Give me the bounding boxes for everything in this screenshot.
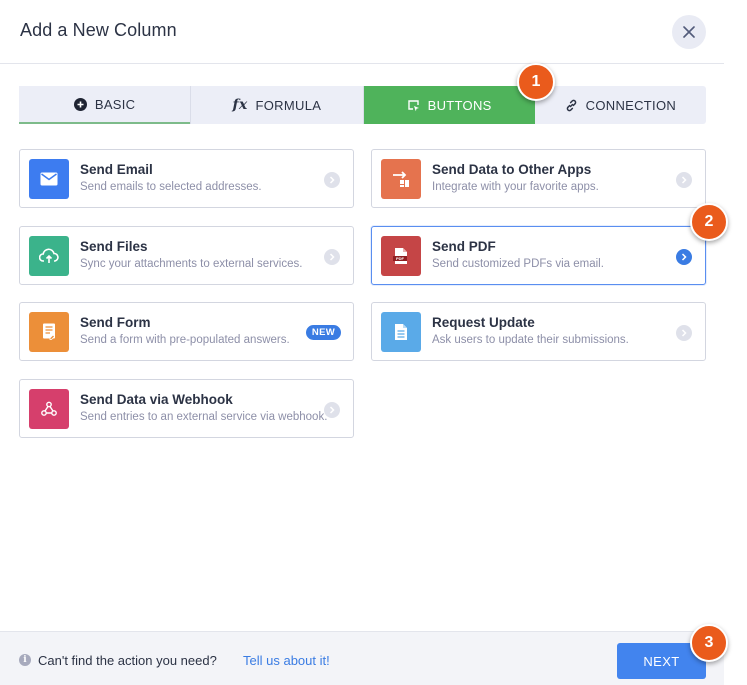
close-button[interactable]	[672, 15, 706, 49]
pdf-icon: PDF	[381, 236, 421, 276]
svg-text:PDF: PDF	[396, 256, 405, 261]
dialog-header: Add a New Column	[0, 0, 724, 64]
new-badge: NEW	[305, 325, 341, 340]
chevron-right-icon	[324, 249, 340, 265]
card-description: Ask users to update their submissions.	[432, 334, 629, 346]
card-description: Send a form with pre-populated answers.	[80, 334, 290, 346]
plus-circle-icon	[73, 97, 87, 111]
tab-basic-label: BASIC	[94, 96, 136, 112]
envelope-icon	[29, 159, 69, 199]
dialog-footer: i Can't find the action you need? Tell u…	[0, 631, 724, 685]
card-send-data-via-webhook[interactable]: Send Data via Webhook Send entries to an…	[19, 379, 354, 438]
card-send-data-to-other-apps[interactable]: Send Data to Other Apps Integrate with y…	[371, 149, 706, 208]
close-icon	[683, 26, 695, 38]
card-description: Send emails to selected addresses.	[80, 181, 262, 193]
chevron-right-icon	[676, 172, 692, 188]
card-description: Send customized PDFs via email.	[432, 258, 604, 270]
card-send-pdf[interactable]: PDF Send PDF Send customized PDFs via em…	[371, 226, 706, 285]
chevron-right-icon	[676, 249, 692, 265]
cursor-box-icon	[407, 99, 420, 112]
tab-basic[interactable]: BASIC	[19, 86, 191, 124]
chevron-right-icon	[324, 172, 340, 188]
step-badge-2: 2	[690, 203, 728, 241]
step-badge-1: 1	[517, 63, 555, 101]
help-text: Can't find the action you need?	[38, 653, 217, 668]
card-description: Integrate with your favorite apps.	[432, 181, 599, 193]
backdrop-edge	[724, 0, 747, 685]
cloud-upload-icon	[29, 236, 69, 276]
card-description: Send entries to an external service via …	[80, 411, 328, 423]
card-title: Send Data via Webhook	[80, 392, 233, 407]
chevron-right-icon	[676, 325, 692, 341]
webhook-icon	[29, 389, 69, 429]
add-column-dialog: Add a New Column BASIC fx FORMULA BUTTON…	[0, 0, 724, 685]
card-request-update[interactable]: Request Update Ask users to update their…	[371, 302, 706, 361]
card-title: Request Update	[432, 315, 535, 330]
card-title: Send Files	[80, 239, 148, 254]
info-icon: i	[19, 654, 31, 666]
card-send-email[interactable]: Send Email Send emails to selected addre…	[19, 149, 354, 208]
card-title: Send Form	[80, 315, 151, 330]
document-icon	[381, 312, 421, 352]
tab-buttons-label: BUTTONS	[427, 97, 492, 113]
chevron-right-icon	[324, 402, 340, 418]
tab-formula-label: FORMULA	[255, 97, 322, 113]
fx-icon: fx	[232, 97, 248, 113]
feedback-link[interactable]: Tell us about it!	[243, 653, 330, 668]
tab-connection-label: CONNECTION	[585, 97, 677, 113]
transfer-icon	[381, 159, 421, 199]
card-title: Send Email	[80, 162, 153, 177]
card-send-files[interactable]: Send Files Sync your attachments to exte…	[19, 226, 354, 285]
step-badge-3: 3	[690, 624, 728, 662]
tab-buttons[interactable]: BUTTONS	[363, 86, 535, 124]
card-title: Send PDF	[432, 239, 496, 254]
card-description: Sync your attachments to external servic…	[80, 258, 303, 270]
card-title: Send Data to Other Apps	[432, 162, 592, 177]
link-icon	[565, 99, 578, 112]
dialog-title: Add a New Column	[20, 20, 177, 40]
card-send-form[interactable]: Send Form Send a form with pre-populated…	[19, 302, 354, 361]
tab-connection[interactable]: CONNECTION	[535, 86, 706, 124]
tab-formula[interactable]: fx FORMULA	[190, 86, 364, 124]
column-type-tabs: BASIC fx FORMULA BUTTONS CONNECTION	[19, 86, 706, 124]
form-icon	[29, 312, 69, 352]
